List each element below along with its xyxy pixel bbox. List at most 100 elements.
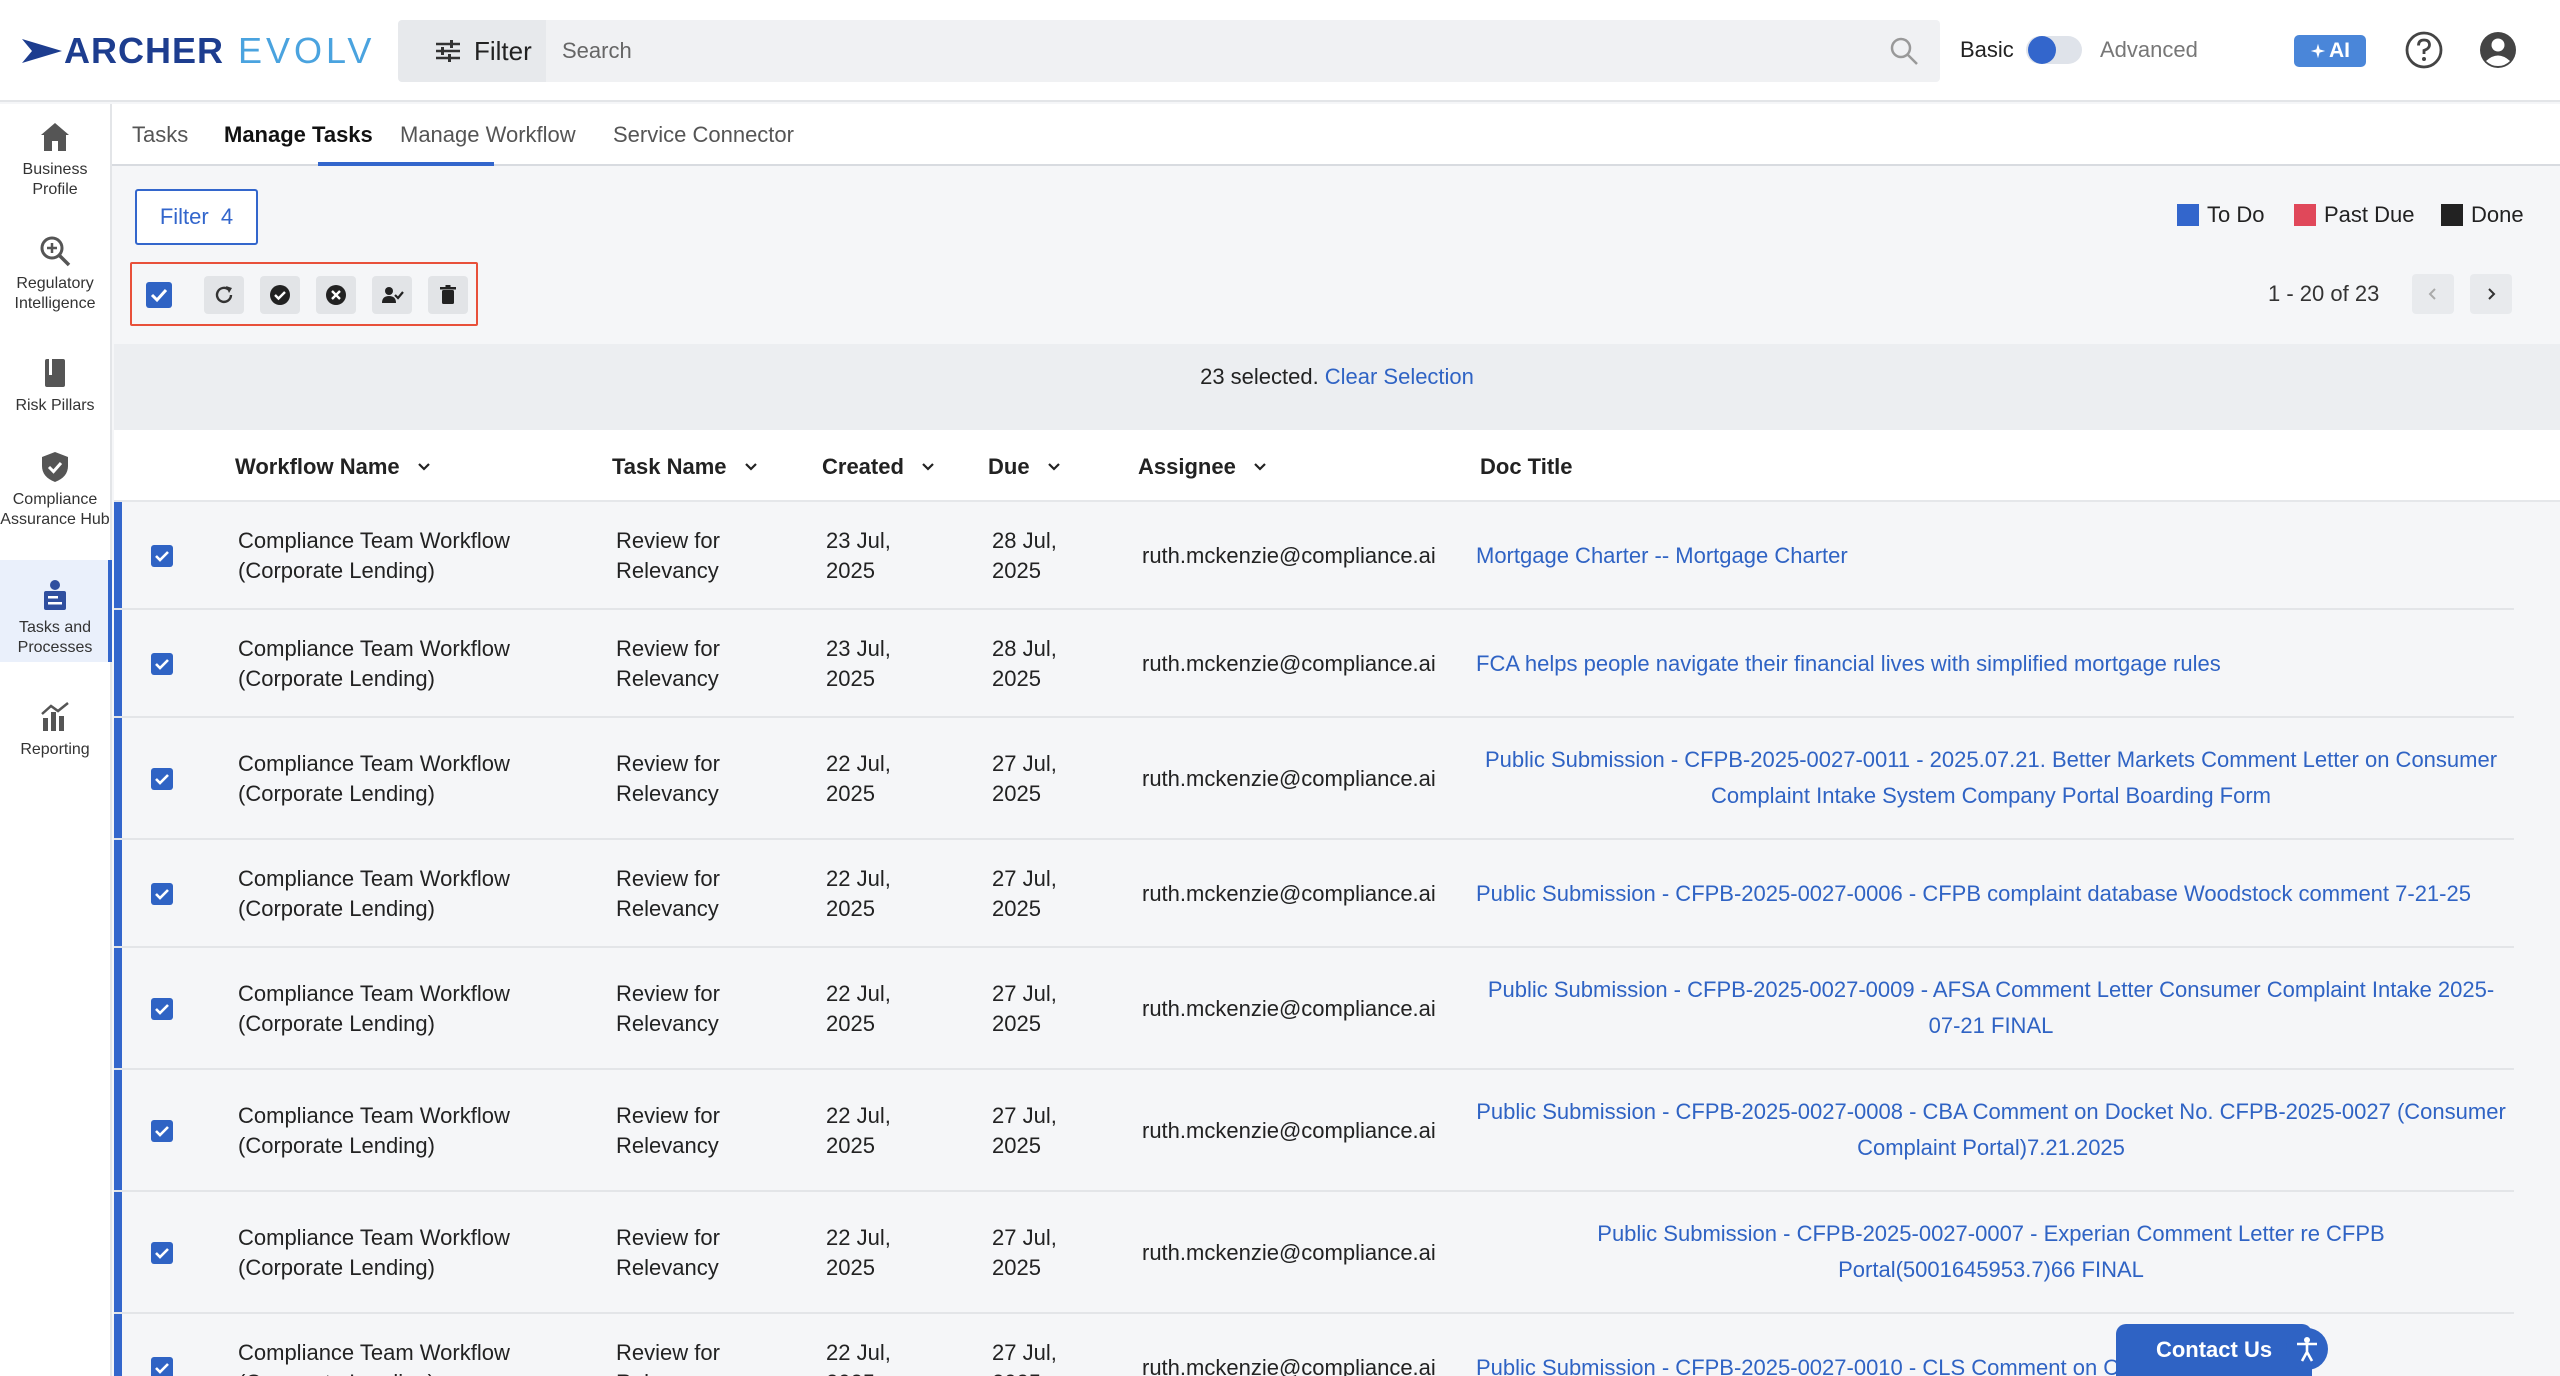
sidebar-item-business-profile[interactable]: Business Profile	[0, 120, 110, 200]
due-date-cell: 27 Jul, 2025	[992, 1338, 1092, 1376]
workflow-name-line: (Corporate Lending)	[238, 1255, 435, 1280]
doc-title-link[interactable]: Public Submission - CFPB-2025-0027-0010 …	[1476, 1350, 2506, 1376]
assignee-cell: ruth.mckenzie@compliance.ai	[1142, 1355, 1436, 1376]
date-line: 22 Jul,	[826, 1103, 891, 1128]
archer-evolv-logo[interactable]: ARCHER EVOLV	[22, 30, 375, 72]
legend-label: Past Due	[2324, 202, 2415, 227]
row-checkbox[interactable]	[150, 1119, 174, 1143]
status-todo-bar	[114, 1314, 122, 1376]
assign-user-button[interactable]	[372, 276, 412, 314]
table-row[interactable]: Compliance Team Workflow (Corporate Lendi…	[114, 948, 2514, 1070]
row-checkbox[interactable]	[150, 997, 174, 1021]
due-date-cell: 27 Jul, 2025	[992, 749, 1092, 809]
date-line: 2025	[992, 1255, 1041, 1280]
status-todo-bar	[114, 948, 122, 1068]
contact-us-button[interactable]: Contact Us	[2116, 1324, 2312, 1376]
sidebar-item-regulatory-intelligence[interactable]: Regulatory Intelligence	[0, 234, 110, 314]
search-input[interactable]	[562, 38, 1862, 64]
clear-selection-link[interactable]: Clear Selection	[1325, 364, 1474, 389]
ai-assistant-button[interactable]: AI	[2294, 35, 2366, 67]
task-name-line: Review for	[616, 636, 720, 661]
sidebar-item-reporting[interactable]: Reporting	[0, 700, 110, 760]
doc-title-link[interactable]: Public Submission - CFPB-2025-0027-0009 …	[1476, 972, 2506, 1044]
help-icon[interactable]	[2404, 30, 2444, 70]
cancel-task-button[interactable]	[316, 276, 356, 314]
accessibility-button[interactable]	[2286, 1328, 2328, 1370]
workflow-name-line: Compliance Team Workflow	[238, 866, 510, 891]
select-all-checkbox[interactable]	[144, 280, 174, 310]
sidebar-item-risk-pillars[interactable]: Risk Pillars	[0, 356, 110, 416]
table-row[interactable]: Compliance Team Workflow (Corporate Lendi…	[114, 1192, 2514, 1314]
assign-user-icon	[382, 287, 404, 303]
row-checkbox[interactable]	[150, 544, 174, 568]
check-circle-icon	[270, 285, 290, 305]
user-account-icon[interactable]	[2478, 30, 2518, 70]
date-line: 2025	[826, 558, 875, 583]
column-header-doc-title: Doc Title	[1480, 454, 1573, 480]
table-row[interactable]: Compliance Team Workflow (Corporate Lendi…	[114, 718, 2514, 840]
workflow-name-cell: Compliance Team Workflow (Corporate Lendi…	[238, 1338, 538, 1376]
pagination-range: 1 - 20 of 23	[2268, 281, 2380, 306]
sidebar-item-tasks-and-processes[interactable]: Tasks and Processes	[0, 560, 112, 662]
due-date-cell: 28 Jul, 2025	[992, 526, 1092, 586]
tab-manage-workflow[interactable]: Manage Workflow	[400, 122, 576, 148]
search-icon[interactable]	[1888, 35, 1920, 67]
doc-title-link[interactable]: Public Submission - CFPB-2025-0027-0008 …	[1476, 1094, 2506, 1166]
mode-advanced-label: Advanced	[2100, 37, 2198, 62]
accessibility-icon	[2297, 1337, 2317, 1362]
table-row[interactable]: Compliance Team Workflow (Corporate Lendi…	[114, 610, 2514, 718]
doc-title-link[interactable]: Public Submission - CFPB-2025-0027-0007 …	[1476, 1216, 2506, 1288]
global-filter-label: Filter	[474, 35, 532, 66]
workflow-name-line: Compliance Team Workflow	[238, 981, 510, 1006]
global-filter-button[interactable]: Filter	[398, 20, 546, 82]
logo-text-archer: ARCHER	[64, 30, 225, 71]
task-name-line: Relevancy	[616, 1133, 719, 1158]
sidebar-item-compliance-assurance-hub[interactable]: Compliance Assurance Hub	[0, 450, 110, 530]
table-row[interactable]: Compliance Team Workflow (Corporate Lendi…	[114, 502, 2514, 610]
row-checkbox[interactable]	[150, 882, 174, 906]
doc-title-link[interactable]: Public Submission - CFPB-2025-0027-0011 …	[1476, 742, 2506, 814]
date-line: 22 Jul,	[826, 1340, 891, 1365]
toggle-knob	[2028, 36, 2056, 64]
column-header-due[interactable]: Due	[988, 454, 1064, 480]
mark-done-button[interactable]	[260, 276, 300, 314]
workflow-name-line: (Corporate Lending)	[238, 558, 435, 583]
created-date-cell: 22 Jul, 2025	[826, 1338, 926, 1376]
column-header-assignee[interactable]: Assignee	[1138, 454, 1270, 480]
row-checkbox[interactable]	[150, 767, 174, 791]
date-line: 22 Jul,	[826, 751, 891, 776]
column-header-workflow-name[interactable]: Workflow Name	[235, 454, 434, 480]
assignee-cell: ruth.mckenzie@compliance.ai	[1142, 766, 1436, 791]
tab-service-connector[interactable]: Service Connector	[613, 122, 794, 148]
row-checkbox[interactable]	[150, 1241, 174, 1265]
next-page-button[interactable]	[2470, 274, 2512, 314]
column-header-created[interactable]: Created	[822, 454, 938, 480]
tab-manage-tasks[interactable]: Manage Tasks	[224, 122, 373, 148]
refresh-button[interactable]	[204, 276, 244, 314]
doc-title-link[interactable]: Public Submission - CFPB-2025-0027-0006 …	[1476, 876, 2506, 912]
date-line: 22 Jul,	[826, 866, 891, 891]
sliders-icon	[436, 40, 460, 62]
task-name-cell: Review for Relevancy	[616, 1101, 756, 1161]
book-icon	[45, 359, 65, 387]
row-checkbox[interactable]	[150, 652, 174, 676]
task-name-cell: Review for Relevancy	[616, 1223, 756, 1283]
prev-page-button[interactable]	[2412, 274, 2454, 314]
table-row[interactable]: Compliance Team Workflow (Corporate Lendi…	[114, 840, 2514, 948]
due-date-cell: 27 Jul, 2025	[992, 864, 1092, 924]
chevron-down-icon	[1254, 463, 1266, 471]
date-line: 2025	[992, 1368, 1092, 1376]
search-mode-toggle[interactable]	[2026, 36, 2082, 64]
row-checkbox[interactable]	[150, 1356, 174, 1376]
delete-button[interactable]	[428, 276, 468, 314]
filter-count-label: Filter 4	[159, 204, 234, 229]
table-row[interactable]: Compliance Team Workflow (Corporate Lendi…	[114, 1070, 2514, 1192]
selected-count: 23 selected.	[1200, 364, 1319, 389]
status-todo-bar	[114, 840, 122, 946]
tab-tasks[interactable]: Tasks	[132, 122, 188, 148]
filter-count-button[interactable]: Filter 4	[135, 189, 258, 245]
doc-title-link[interactable]: Mortgage Charter -- Mortgage Charter	[1476, 538, 2506, 574]
column-header-task-name[interactable]: Task Name	[612, 454, 761, 480]
chevron-left-icon	[2428, 288, 2436, 300]
doc-title-link[interactable]: FCA helps people navigate their financia…	[1476, 646, 2506, 682]
